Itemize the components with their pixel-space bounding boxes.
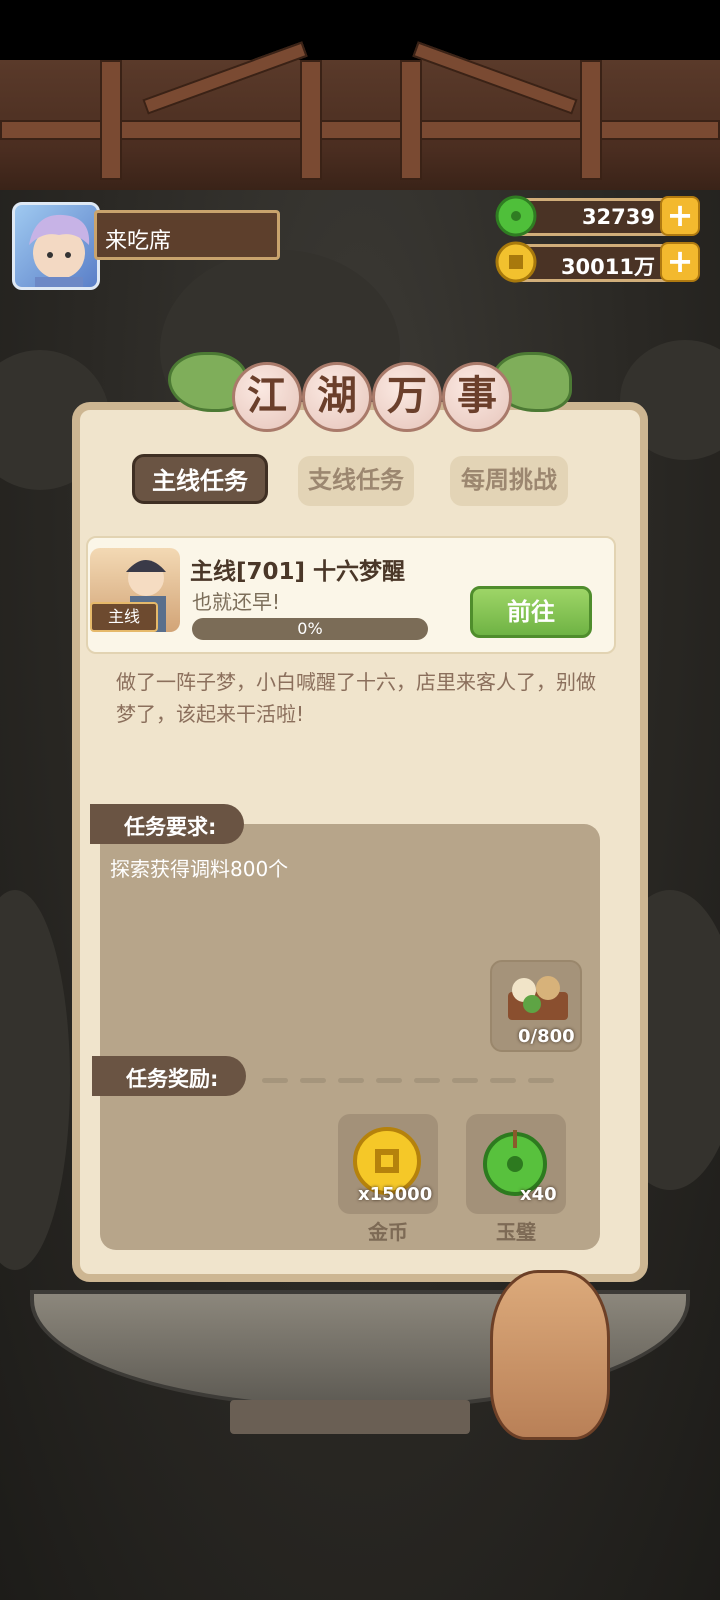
bowl-base xyxy=(230,1400,470,1434)
title-char-2: 湖 xyxy=(302,362,372,432)
quest-progress-text: 0% xyxy=(297,619,323,638)
reward-coin-count: x15000 xyxy=(358,1184,433,1205)
seasoning-count: 0/800 xyxy=(518,1026,575,1047)
tab-side-quests[interactable]: 支线任务 xyxy=(298,456,414,506)
seasoning-item-slot[interactable]: 0/800 xyxy=(490,960,582,1052)
status-bar xyxy=(0,0,720,60)
go-button[interactable]: 前往 xyxy=(470,586,592,638)
roof-beams xyxy=(0,41,720,190)
add-jade-button[interactable]: + xyxy=(660,196,700,236)
title-char-3: 万 xyxy=(372,362,442,432)
cat-decoration xyxy=(490,1270,610,1440)
player-avatar[interactable] xyxy=(12,202,100,290)
rewards-label: 任务奖励: xyxy=(92,1056,246,1096)
quest-progress-bar: 0% xyxy=(192,618,428,640)
reward-jade-count: x40 xyxy=(520,1184,557,1205)
jade-value: 32739 xyxy=(581,205,655,229)
seasoning-icon xyxy=(502,970,572,1026)
player-name: 来吃席 xyxy=(94,210,280,260)
requirements-text: 探索获得调料800个 xyxy=(110,857,289,881)
reward-jade-name: 玉璧 xyxy=(496,1220,536,1244)
quest-type-tag: 主线 xyxy=(90,602,158,632)
add-coin-button[interactable]: + xyxy=(660,242,700,282)
title-char-1: 江 xyxy=(232,362,302,432)
tab-weekly-challenge[interactable]: 每周挑战 xyxy=(450,456,568,506)
quest-title: 主线[701] 十六梦醒 xyxy=(190,559,406,585)
jade-icon xyxy=(494,194,538,238)
quest-subtitle: 也就还早! xyxy=(192,590,281,614)
tab-main-quests[interactable]: 主线任务 xyxy=(132,454,268,504)
requirements-label: 任务要求: xyxy=(90,804,244,844)
title-char-4: 事 xyxy=(442,362,512,432)
reward-slot-coin[interactable]: x15000 xyxy=(338,1114,438,1214)
reward-slot-jade[interactable]: x40 xyxy=(466,1114,566,1214)
coin-icon xyxy=(494,240,538,284)
quest-description: 做了一阵子梦，小白喊醒了十六，店里来客人了，别做梦了，该起来干活啦! xyxy=(116,670,596,726)
reward-coin-name: 金币 xyxy=(368,1220,408,1244)
coin-value: 30011万 xyxy=(560,255,655,279)
